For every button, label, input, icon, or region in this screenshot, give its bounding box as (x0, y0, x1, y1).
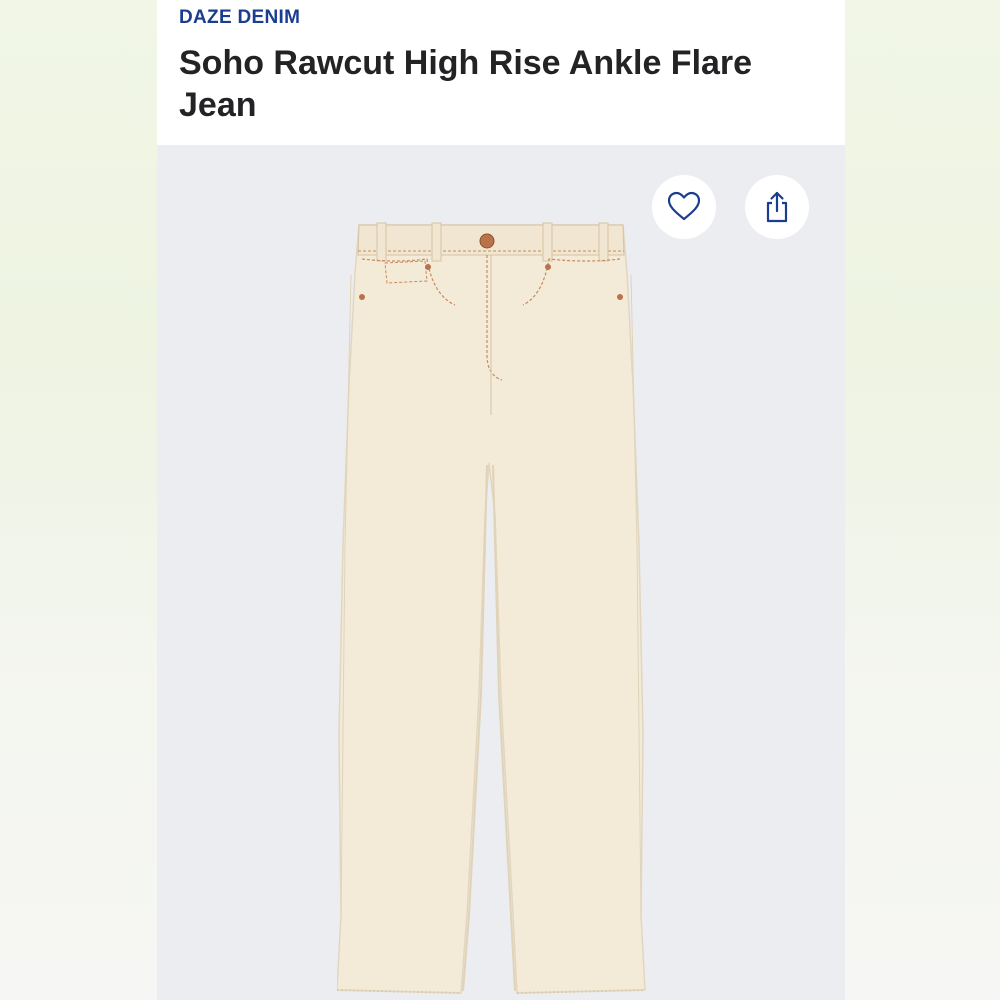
product-image-jeans (337, 222, 646, 994)
product-image-area[interactable] (157, 145, 845, 1000)
product-title: Soho Rawcut High Rise Ankle Flare Jean (179, 44, 753, 124)
favorite-button[interactable] (652, 175, 716, 239)
share-button[interactable] (745, 175, 809, 239)
background-right-margin (845, 0, 1000, 1000)
heart-icon (667, 191, 701, 221)
product-header: DAZE DENIM Soho Rawcut High Rise Ankle F… (157, 0, 845, 145)
background-left-margin (0, 0, 157, 1000)
share-icon (766, 191, 788, 223)
product-screen: DAZE DENIM Soho Rawcut High Rise Ankle F… (157, 0, 845, 1000)
brand-link[interactable]: DAZE DENIM (179, 7, 300, 29)
